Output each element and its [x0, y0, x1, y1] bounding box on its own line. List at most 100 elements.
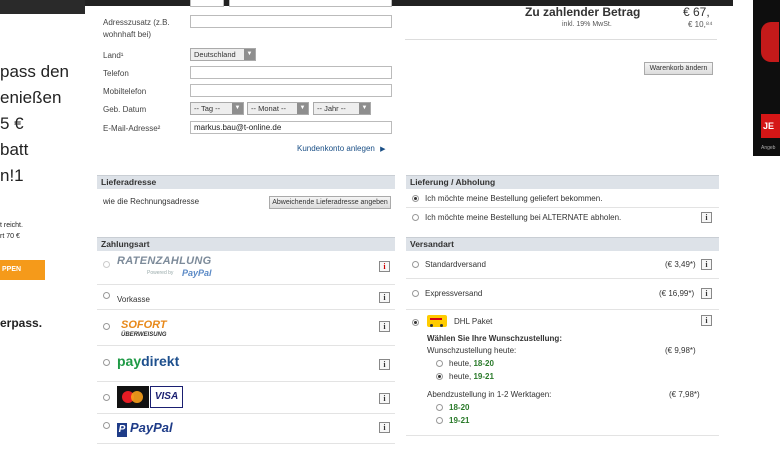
shipping-standard-price: (€ 3,49*) — [665, 260, 696, 269]
lieferung-option-2: Ich möchte meine Bestellung bei ALTERNAT… — [425, 213, 622, 222]
email-input[interactable]: markus.bau@t-online.de — [190, 121, 392, 134]
lieferung-row-2[interactable]: Ich möchte meine Bestellung bei ALTERNAT… — [406, 208, 719, 228]
lieferung-radio-1[interactable] — [412, 195, 419, 202]
visa-logo: VISA — [150, 386, 183, 408]
shipping-radio-express[interactable] — [412, 290, 419, 297]
payment-radio-card[interactable] — [103, 394, 110, 401]
zahlungsart-header: Zahlungsart — [97, 237, 395, 251]
birth-year-value: -- Jahr -- — [317, 104, 346, 113]
shipping-dhl[interactable]: DHL Paket i Wählen Sie Ihre Wunschzustel… — [406, 310, 719, 436]
payment-vorkasse[interactable]: Vorkasse i — [97, 285, 395, 310]
promo-line-2: enießen — [0, 88, 62, 107]
promo-button[interactable]: PPEN — [0, 260, 45, 280]
heute-prefix: heute, — [449, 372, 472, 381]
birth-day-value: -- Tag -- — [194, 104, 221, 113]
payment-radio-sofort[interactable] — [103, 323, 110, 330]
option-heute-18-20: heute, 18-20 — [449, 359, 494, 368]
info-icon[interactable]: i — [379, 261, 390, 272]
shipping-radio-standard[interactable] — [412, 261, 419, 268]
paypal-logo: P PayPal — [117, 420, 173, 437]
versandart-header: Versandart — [406, 237, 719, 251]
paypal-label: PayPal — [130, 420, 173, 435]
land-label: Land¹ — [103, 51, 124, 60]
adresszusatz-label-2: wohnhaft bei) — [103, 30, 152, 39]
summary-mwst-label: inkl. 19% MwSt. — [562, 21, 612, 28]
telefon-label: Telefon — [103, 69, 129, 78]
payment-radio-paydirekt[interactable] — [103, 359, 110, 366]
chevron-down-icon: ▼ — [232, 103, 243, 114]
radio-heute-19-21[interactable] — [436, 373, 443, 380]
shipping-standard[interactable]: Standardversand (€ 3,49*) i — [406, 252, 719, 279]
payment-ratenzahlung[interactable]: RATENZAHLUNG Powered by PayPal i — [97, 252, 395, 285]
info-icon[interactable]: i — [379, 321, 390, 332]
payment-card[interactable]: VISA i — [97, 382, 395, 414]
payment-paydirekt[interactable]: paydirekt i — [97, 346, 395, 382]
info-icon[interactable]: i — [701, 288, 712, 299]
geb-datum-label: Geb. Datum — [103, 105, 147, 114]
lieferadresse-header: Lieferadresse — [97, 175, 395, 189]
lieferung-row-1[interactable]: Ich möchte meine Bestellung geliefert be… — [406, 190, 719, 208]
dhl-truck-icon — [427, 315, 447, 327]
mastercard-icon — [117, 386, 149, 408]
shipping-radio-dhl[interactable] — [412, 319, 419, 326]
land-select[interactable]: Deutschland ▼ — [190, 48, 256, 61]
shipping-express[interactable]: Expressversand (€ 16,99*) i — [406, 279, 719, 310]
info-icon[interactable]: i — [379, 422, 390, 433]
adresszusatz-input[interactable] — [190, 15, 392, 28]
payment-sofort[interactable]: SOFORT ÜBERWEISUNG i — [97, 310, 395, 346]
lieferung-radio-2[interactable] — [412, 214, 419, 221]
birth-month-value: -- Monat -- — [251, 104, 287, 113]
info-icon[interactable]: i — [379, 393, 390, 404]
vorkasse-label: Vorkasse — [117, 295, 150, 304]
birth-day-select[interactable]: -- Tag -- ▼ — [190, 102, 244, 115]
summary-divider — [405, 39, 717, 40]
payment-radio-paypal[interactable] — [103, 422, 110, 429]
promo-top-strip — [0, 0, 85, 14]
payment-paypal[interactable]: P PayPal i — [97, 414, 395, 444]
radio-abend-19-21[interactable] — [436, 417, 443, 424]
info-icon[interactable]: i — [701, 212, 712, 223]
paydirekt-pay: pay — [117, 353, 142, 369]
promo-small-1: t reicht. — [0, 222, 23, 229]
arrow-right-icon: ▶ — [380, 146, 386, 153]
abweichende-lieferadresse-button[interactable]: Abweichende Lieferadresse angeben — [269, 196, 391, 209]
promo-line-3: 5 € — [0, 114, 24, 133]
payment-radio-vorkasse[interactable] — [103, 292, 110, 299]
info-icon[interactable]: i — [379, 292, 390, 303]
paydirekt-logo: paydirekt — [117, 353, 179, 369]
right-ad-banner[interactable]: JE Angeb — [753, 0, 780, 156]
ad-button[interactable]: JE — [761, 114, 780, 138]
telefon-input[interactable] — [190, 66, 392, 79]
abend-price: (€ 7,98*) — [669, 390, 700, 399]
radio-abend-18-20[interactable] — [436, 404, 443, 411]
warenkorb-aendern-button[interactable]: Warenkorb ändern — [644, 62, 713, 75]
street-input[interactable] — [229, 0, 392, 7]
shipping-dhl-label: DHL Paket — [454, 317, 493, 326]
promo-line-1: pass den — [0, 62, 69, 81]
ratenzahlung-powered: Powered by — [147, 270, 174, 276]
birth-month-select[interactable]: -- Monat -- ▼ — [247, 102, 309, 115]
kundenkonto-link[interactable]: Kundenkonto anlegen ▶ — [297, 144, 385, 153]
paydirekt-direkt: direkt — [141, 353, 180, 369]
info-icon[interactable]: i — [379, 359, 390, 370]
lieferadresse-text: wie die Rechnungsadresse — [103, 197, 200, 206]
email-label: E-Mail-Adresse² — [103, 124, 161, 133]
birth-year-select[interactable]: -- Jahr -- ▼ — [313, 102, 371, 115]
heute-time: 19-21 — [473, 372, 494, 381]
heute-time: 18-20 — [473, 359, 494, 368]
option-heute-19-21: heute, 19-21 — [449, 372, 494, 381]
info-icon[interactable]: i — [701, 315, 712, 326]
heute-prefix: heute, — [449, 359, 472, 368]
info-icon[interactable]: i — [701, 259, 712, 270]
street-number-input[interactable] — [190, 0, 224, 7]
sofort-sub: ÜBERWEISUNG — [121, 332, 167, 338]
mobiltelefon-input[interactable] — [190, 84, 392, 97]
ad-logo-icon — [761, 22, 779, 62]
promo-line-5: n!1 — [0, 166, 24, 185]
radio-heute-18-20[interactable] — [436, 360, 443, 367]
adresszusatz-label: Adresszusatz (z.B. — [103, 18, 170, 27]
chevron-down-icon: ▼ — [359, 103, 370, 114]
lieferung-header: Lieferung / Abholung — [406, 175, 719, 189]
payment-radio-ratenzahlung[interactable] — [103, 261, 110, 268]
option-abend-18-20: 18-20 — [449, 403, 470, 412]
